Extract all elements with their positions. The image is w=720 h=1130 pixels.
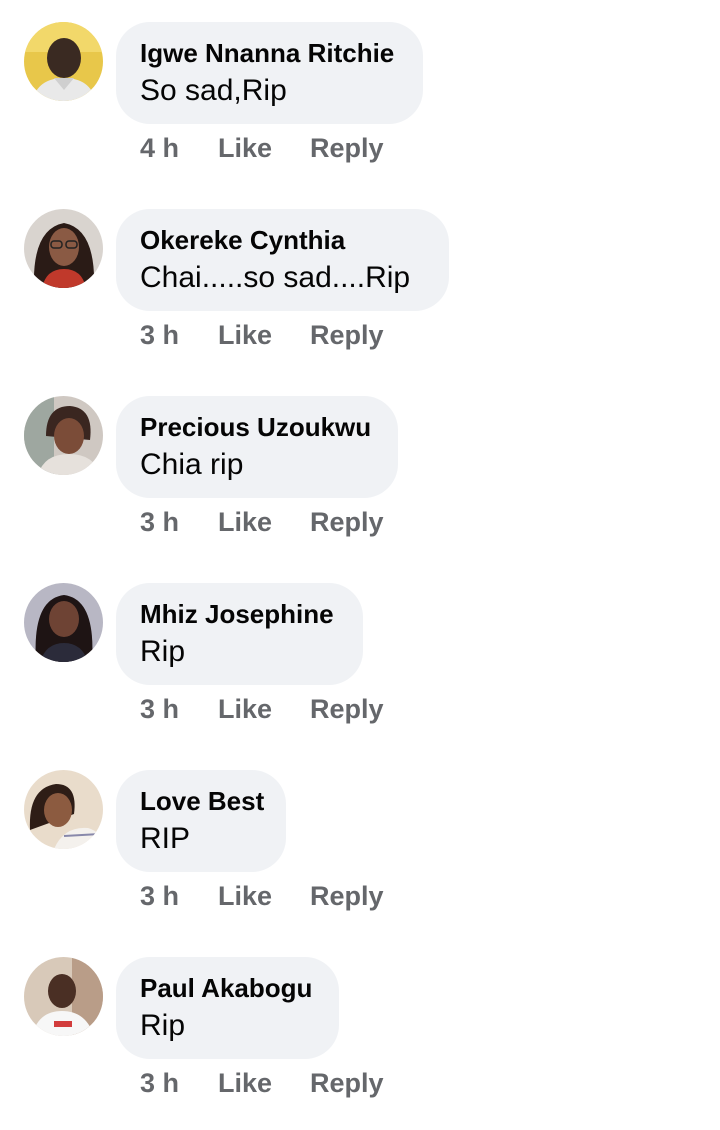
comment-bubble: Mhiz Josephine Rip bbox=[116, 583, 363, 685]
avatar-photo-icon bbox=[24, 209, 103, 288]
comment-bubble: Paul Akabogu Rip bbox=[116, 957, 339, 1059]
like-button[interactable]: Like bbox=[218, 881, 272, 912]
like-button[interactable]: Like bbox=[218, 507, 272, 538]
comment-author[interactable]: Paul Akabogu bbox=[140, 973, 312, 1004]
comment-author[interactable]: Love Best bbox=[140, 786, 264, 817]
comment-time[interactable]: 3 h bbox=[140, 507, 179, 538]
comment-time[interactable]: 4 h bbox=[140, 133, 179, 164]
reply-button[interactable]: Reply bbox=[310, 133, 384, 164]
avatar[interactable] bbox=[24, 22, 103, 101]
like-button[interactable]: Like bbox=[218, 320, 272, 351]
avatar-photo-icon bbox=[24, 22, 103, 101]
comment-bubble: Okereke Cynthia Chai.....so sad....Rip bbox=[116, 209, 449, 311]
reply-button[interactable]: Reply bbox=[310, 320, 384, 351]
reply-button[interactable]: Reply bbox=[310, 507, 384, 538]
comment-bubble: Igwe Nnanna Ritchie So sad,Rip bbox=[116, 22, 423, 124]
reply-button[interactable]: Reply bbox=[310, 694, 384, 725]
avatar-photo-icon bbox=[24, 770, 103, 849]
comment-bubble: Precious Uzoukwu Chia rip bbox=[116, 396, 398, 498]
avatar[interactable] bbox=[24, 396, 103, 475]
like-button[interactable]: Like bbox=[218, 133, 272, 164]
avatar[interactable] bbox=[24, 209, 103, 288]
avatar-photo-icon bbox=[24, 957, 103, 1036]
avatar-photo-icon bbox=[24, 396, 103, 475]
comment-text: RIP bbox=[140, 822, 191, 855]
comment-author[interactable]: Igwe Nnanna Ritchie bbox=[140, 38, 394, 69]
comment-item: Mhiz Josephine Rip 3 h Like Reply bbox=[0, 561, 720, 748]
avatar[interactable] bbox=[24, 583, 103, 662]
like-button[interactable]: Like bbox=[218, 694, 272, 725]
comment-text: So sad,Rip bbox=[140, 74, 287, 107]
like-button[interactable]: Like bbox=[218, 1068, 272, 1099]
avatar[interactable] bbox=[24, 770, 103, 849]
comment-text: Rip bbox=[140, 1009, 186, 1042]
comment-text: Chai.....so sad....Rip bbox=[140, 261, 411, 294]
comment-time[interactable]: 3 h bbox=[140, 881, 179, 912]
comment-bubble: Love Best RIP bbox=[116, 770, 286, 872]
reply-button[interactable]: Reply bbox=[310, 1068, 384, 1099]
comment-item: Love Best RIP 3 h Like Reply bbox=[0, 748, 720, 935]
comment-item: Precious Uzoukwu Chia rip 3 h Like Reply bbox=[0, 374, 720, 561]
comment-item: Okereke Cynthia Chai.....so sad....Rip 3… bbox=[0, 187, 720, 374]
avatar[interactable] bbox=[24, 957, 103, 1036]
comment-text: Chia rip bbox=[140, 448, 244, 481]
comment-author[interactable]: Okereke Cynthia bbox=[140, 225, 345, 256]
comment-time[interactable]: 3 h bbox=[140, 320, 179, 351]
comment-author[interactable]: Precious Uzoukwu bbox=[140, 412, 371, 443]
comment-time[interactable]: 3 h bbox=[140, 1068, 179, 1099]
comment-item: Paul Akabogu Rip 3 h Like Reply bbox=[0, 935, 720, 1122]
comment-text: Rip bbox=[140, 635, 186, 668]
comment-author[interactable]: Mhiz Josephine bbox=[140, 599, 334, 630]
comment-time[interactable]: 3 h bbox=[140, 694, 179, 725]
comment-item: Igwe Nnanna Ritchie So sad,Rip 4 h Like … bbox=[0, 0, 720, 187]
reply-button[interactable]: Reply bbox=[310, 881, 384, 912]
avatar-photo-icon bbox=[24, 583, 103, 662]
